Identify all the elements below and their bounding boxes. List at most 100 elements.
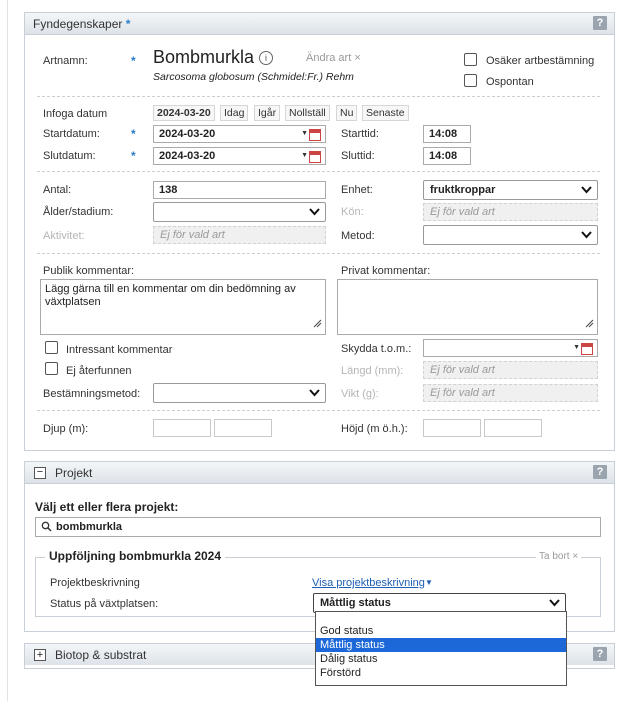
scientific-name: Sarcosoma globosum (Schmidel:Fr.) Rehm [153, 71, 354, 83]
djup-min-input[interactable] [153, 419, 211, 437]
langd-label: Längd (mm): [341, 365, 404, 377]
date-button-senaste[interactable]: Senaste [362, 105, 409, 121]
date-button-igar[interactable]: Igår [254, 105, 281, 121]
vikt-label: Vikt (g): [341, 388, 379, 400]
enhet-label: Enhet: [341, 184, 373, 196]
status-select[interactable]: Måttlig status [313, 593, 566, 613]
metod-label: Metod: [341, 230, 375, 242]
djup-label: Djup (m): [43, 423, 89, 435]
intressant-kommentar-checkbox[interactable] [45, 341, 58, 354]
slutdatum-input[interactable]: 2024-03-20 ▼ [153, 147, 326, 165]
status-option-forstord[interactable]: Förstörd [316, 666, 566, 680]
kon-label: Kön: [341, 206, 364, 218]
date-button-idag[interactable]: Idag [220, 105, 249, 121]
separator [37, 96, 600, 97]
resize-grip-icon[interactable] [312, 318, 322, 332]
starttid-input[interactable]: 14:08 [423, 125, 471, 143]
chevron-down-icon [309, 389, 320, 397]
panel-title: Fyndegenskaper * [33, 17, 131, 31]
expand-icon[interactable]: + [34, 649, 46, 661]
projekt-search-input[interactable]: bombmurkla [35, 517, 601, 537]
osaker-label: Osäker artbestämning [486, 55, 595, 67]
alder-label: Ålder/stadium: [43, 206, 114, 218]
fyndegenskaper-header[interactable]: Fyndegenskaper * ? [25, 13, 614, 35]
intressant-kommentar-label: Intressant kommentar [66, 344, 173, 356]
hojd-max-input[interactable] [484, 419, 542, 437]
enhet-select[interactable]: fruktkroppar [423, 180, 598, 200]
aktivitet-field-disabled: Ej för vald art [153, 226, 326, 244]
ej-aterfunnen-label: Ej återfunnen [66, 365, 132, 377]
status-label: Status på växtplatsen: [50, 598, 159, 610]
caret-down-icon: ▼ [301, 152, 308, 159]
resize-grip-icon[interactable] [584, 318, 594, 332]
calendar-icon[interactable] [309, 151, 321, 163]
antal-label: Antal: [43, 184, 72, 196]
status-option-god[interactable]: God status [316, 624, 566, 638]
calendar-icon[interactable] [581, 343, 593, 355]
chevron-down-icon [581, 186, 592, 194]
collapse-icon[interactable]: − [34, 467, 46, 479]
date-button-nollstall[interactable]: Nollställ [285, 105, 330, 121]
remove-icon: × [354, 52, 361, 64]
metod-select[interactable] [423, 225, 598, 245]
help-icon[interactable]: ? [593, 465, 607, 479]
panel-title: Biotop & substrat [55, 648, 147, 662]
sluttid-label: Sluttid: [341, 150, 375, 162]
langd-field-disabled: Ej för vald art [423, 361, 598, 379]
sluttid-input[interactable]: 14:08 [423, 147, 471, 165]
required-star: * [131, 127, 136, 141]
alder-select[interactable] [153, 202, 326, 222]
hojd-min-input[interactable] [423, 419, 481, 437]
status-option-dalig[interactable]: Dålig status [316, 652, 566, 666]
djup-max-input[interactable] [214, 419, 272, 437]
left-border [7, 0, 8, 701]
infoga-datum-label: Infoga datum [43, 108, 108, 120]
ej-aterfunnen-checkbox[interactable] [45, 362, 58, 375]
bestamningsmetod-select[interactable] [153, 383, 326, 403]
chevron-down-icon [549, 599, 560, 607]
caret-down-icon: ▼ [301, 130, 308, 137]
skydda-label: Skydda t.o.m.: [341, 343, 412, 355]
starttid-label: Starttid: [341, 128, 379, 140]
remove-icon: × [572, 551, 579, 562]
startdatum-input[interactable]: 2024-03-20 ▼ [153, 125, 326, 143]
visa-projektbeskrivning-link[interactable]: Visa projektbeskrivning [312, 577, 425, 589]
search-icon [41, 521, 52, 535]
skydda-date-input[interactable]: ▼ [423, 339, 598, 357]
required-star: * [131, 149, 136, 163]
ospontan-label: Ospontan [486, 76, 534, 88]
andra-art-link[interactable]: Ändra art × [306, 52, 361, 64]
calendar-icon[interactable] [309, 129, 321, 141]
help-icon[interactable]: ? [593, 647, 607, 661]
separator [37, 410, 600, 411]
antal-input[interactable]: 138 [153, 181, 326, 199]
required-star: * [131, 54, 136, 68]
ospontan-checkbox[interactable] [464, 74, 477, 87]
ta-bort-link[interactable]: Ta bort × [536, 551, 582, 562]
publik-kommentar-label: Publik kommentar: [43, 265, 135, 277]
status-option-mattlig[interactable]: Måttlig status [316, 638, 566, 652]
privat-kommentar-label: Privat kommentar: [341, 265, 431, 277]
startdatum-label: Startdatum: [43, 128, 100, 140]
date-button-2024-03-20[interactable]: 2024-03-20 [153, 105, 215, 121]
hojd-label: Höjd (m ö.h.): [341, 423, 408, 435]
projekt-header[interactable]: − Projekt ? [25, 462, 614, 484]
search-value: bombmurkla [56, 521, 123, 533]
osaker-checkbox[interactable] [464, 53, 477, 66]
date-button-nu[interactable]: Nu [336, 105, 358, 121]
privat-kommentar-textarea[interactable] [337, 279, 598, 335]
bestamningsmetod-label: Bestämningsmetod: [43, 388, 141, 400]
projektbeskrivning-label: Projektbeskrivning [50, 577, 140, 589]
required-star: * [125, 17, 131, 31]
chevron-down-icon [309, 208, 320, 216]
chevron-down-icon [581, 231, 592, 239]
publik-kommentar-textarea[interactable]: Lägg gärna till en kommentar om din bedö… [40, 279, 326, 335]
separator [37, 171, 600, 172]
help-icon[interactable]: ? [593, 16, 607, 30]
status-dropdown-list: God status Måttlig status Dålig status F… [315, 611, 567, 686]
panel-title: Projekt [55, 466, 93, 480]
info-icon[interactable]: i [259, 51, 273, 65]
valj-projekt-label: Välj ett eller flera projekt: [35, 500, 179, 514]
slutdatum-label: Slutdatum: [43, 150, 96, 162]
vikt-field-disabled: Ej för vald art [423, 384, 598, 402]
